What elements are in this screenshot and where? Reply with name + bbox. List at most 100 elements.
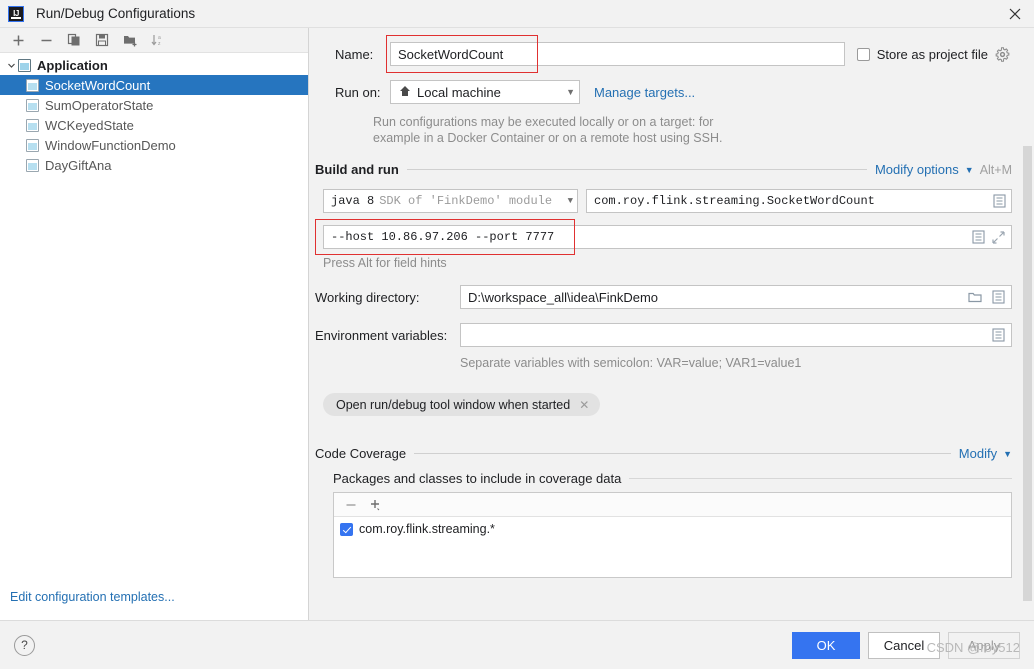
coverage-list-toolbar [334,493,1011,517]
working-directory-label: Working directory: [315,290,460,305]
list-popup-icon[interactable] [992,290,1006,305]
tree-item-label: SumOperatorState [45,98,153,113]
list-item[interactable]: com.roy.flink.streaming.* [334,517,1011,536]
list-popup-icon[interactable] [972,230,986,245]
sidebar-item-windowfunctiondemo[interactable]: WindowFunctionDemo [0,135,308,155]
intellij-logo-icon: IJ [8,6,24,22]
program-arguments-field[interactable]: --host 10.86.97.206 --port 7777 [323,225,1012,249]
field-hint-text: Press Alt for field hints [315,255,1012,271]
list-popup-icon[interactable] [993,194,1007,209]
chevron-down-icon: ▼ [568,196,573,206]
logo-text: IJ [13,9,19,18]
folder-add-icon[interactable] [118,29,142,51]
coverage-packages-title: Packages and classes to include in cover… [333,471,621,486]
main-class-value: com.roy.flink.streaming.SocketWordCount [594,194,875,208]
section-divider [407,169,867,170]
main-class-field[interactable]: com.roy.flink.streaming.SocketWordCount [586,189,1012,213]
store-as-project-file-checkbox[interactable] [857,48,870,61]
environment-variables-label: Environment variables: [315,328,460,343]
target-description-line1: Run configurations may be executed local… [373,114,1012,130]
chevron-down-icon[interactable]: ▼ [1003,449,1012,459]
ok-button[interactable]: OK [792,632,860,659]
name-field-wrapper [390,42,845,66]
tree-group-application[interactable]: Application [0,55,308,75]
title-bar: IJ Run/Debug Configurations [0,0,1034,27]
sidebar-item-sumoperatorstate[interactable]: SumOperatorState [0,95,308,115]
configuration-icon [26,99,39,112]
sdk-module-label: SDK of 'FinkDemo' module [379,194,552,208]
environment-hint-text: Separate variables with semicolon: VAR=v… [315,355,1012,371]
chevron-down-icon[interactable]: ▼ [965,165,974,175]
tree-item-label: WCKeyedState [45,118,134,133]
chip-label: Open run/debug tool window when started [336,398,570,412]
edit-configuration-templates-link[interactable]: Edit configuration templates... [10,590,175,604]
working-directory-value: D:\workspace_all\idea\FinkDemo [468,290,658,305]
target-description: Run configurations may be executed local… [315,114,1012,146]
coverage-item-checkbox[interactable] [340,523,353,536]
store-as-project-file-label: Store as project file [877,47,988,62]
remove-package-button[interactable] [340,495,362,515]
footer-buttons: OK Cancel Apply [792,632,1020,659]
add-package-button[interactable] [364,495,386,515]
environment-variables-field[interactable] [460,323,1012,347]
configurations-panel: az Application SocketWordCount S [0,28,309,620]
editor-scrollbar[interactable] [1023,146,1032,601]
save-configuration-button[interactable] [90,29,114,51]
configuration-icon [26,139,39,152]
modify-options-shortcut: Alt+M [980,163,1012,177]
dialog-title: Run/Debug Configurations [36,6,195,21]
manage-targets-link[interactable]: Manage targets... [594,85,695,100]
tree-item-label: DayGiftAna [45,158,111,173]
cancel-button[interactable]: Cancel [868,632,940,659]
run-on-row: Run on: Local machine ▼ Manage targets..… [315,80,1012,104]
sort-az-icon[interactable]: az [146,29,170,51]
gear-icon[interactable] [995,47,1010,62]
coverage-item-label: com.roy.flink.streaming.* [359,522,495,536]
configuration-icon [26,79,39,92]
help-button[interactable]: ? [14,635,35,656]
store-as-project-file-group: Store as project file [857,47,1012,62]
modify-options-link[interactable]: Modify options [875,162,959,177]
environment-variables-row: Environment variables: [315,323,1012,347]
run-debug-configurations-dialog: IJ Run/Debug Configurations [0,0,1034,669]
tree-group-label: Application [37,58,108,73]
configuration-icon [26,159,39,172]
apply-button[interactable]: Apply [948,632,1020,659]
name-row: Name: Store as project file [315,42,1012,66]
configurations-toolbar: az [0,28,308,53]
dialog-body: az Application SocketWordCount S [0,27,1034,620]
sidebar-item-daygiftana[interactable]: DayGiftAna [0,155,308,175]
home-icon [399,85,411,100]
name-input[interactable] [390,42,845,66]
close-icon[interactable] [1006,5,1024,23]
sidebar-item-socketwordcount[interactable]: SocketWordCount [0,75,308,95]
chevron-down-icon: ▼ [558,87,575,97]
tree-item-label: WindowFunctionDemo [45,138,176,153]
jre-module-dropdown[interactable]: java 8 SDK of 'FinkDemo' module ▼ [323,189,578,213]
list-popup-icon[interactable] [992,328,1006,343]
code-coverage-title: Code Coverage [315,446,406,461]
application-group-icon [18,59,31,72]
folder-browse-icon[interactable] [968,290,982,305]
add-configuration-button[interactable] [6,29,30,51]
working-directory-field[interactable]: D:\workspace_all\idea\FinkDemo [460,285,1012,309]
chevron-down-icon[interactable] [4,58,18,72]
code-coverage-modify-link[interactable]: Modify [959,446,997,461]
copy-configuration-button[interactable] [62,29,86,51]
remove-configuration-button[interactable] [34,29,58,51]
build-and-run-section-header: Build and run Modify options ▼ Alt+M [315,162,1012,177]
program-arguments-value: --host 10.86.97.206 --port 7777 [331,230,554,244]
coverage-packages-header: Packages and classes to include in cover… [333,471,1012,486]
section-divider [629,478,1012,479]
coverage-packages-block: Packages and classes to include in cover… [333,471,1012,578]
options-chip-row: Open run/debug tool window when started … [315,393,1012,416]
sdk-main-label: java 8 [331,194,374,208]
expand-editor-icon[interactable] [992,231,1005,244]
run-on-value: Local machine [417,85,501,100]
run-on-label: Run on: [335,85,390,100]
open-run-debug-tool-window-chip[interactable]: Open run/debug tool window when started … [323,393,600,416]
run-on-dropdown[interactable]: Local machine ▼ [390,80,580,104]
close-icon[interactable]: ✕ [579,398,589,412]
sidebar-item-wckeyedstate[interactable]: WCKeyedState [0,115,308,135]
configurations-tree: Application SocketWordCount SumOperatorS… [0,53,308,620]
